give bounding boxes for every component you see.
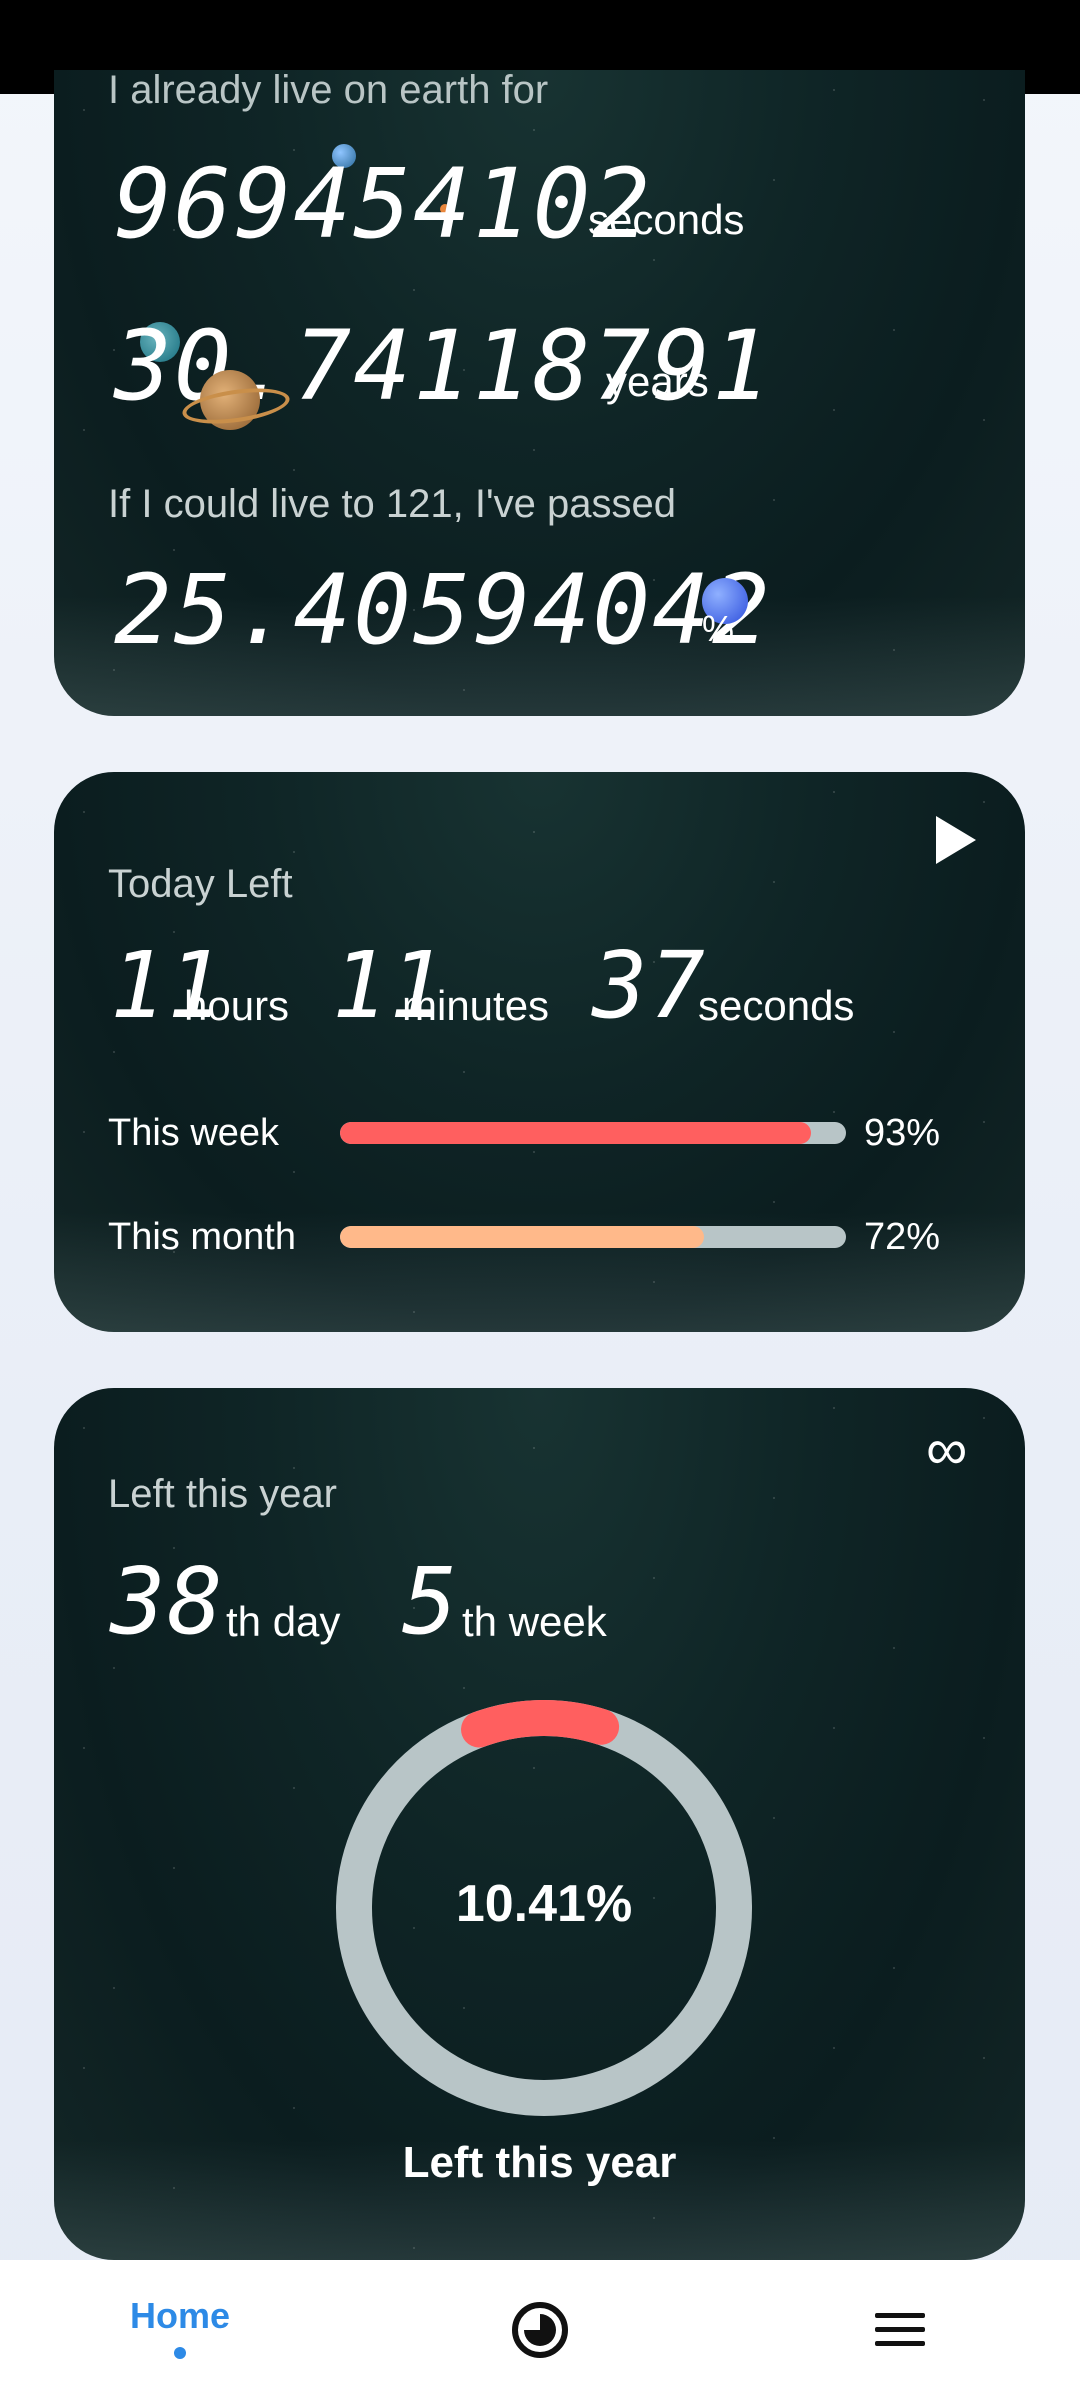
this-week-progress-fill (340, 1122, 811, 1144)
seconds-left-value: 37 (592, 932, 707, 1039)
this-month-percent: 72% (864, 1216, 941, 1258)
lifespan-passed-label: If I could live to 121, I've passed (108, 482, 676, 526)
minutes-unit-label: minutes (402, 982, 550, 1029)
this-week-label: This week (108, 1112, 280, 1154)
nav-home-label: Home (129, 2295, 231, 2336)
day-unit-label: th day (226, 1598, 341, 1645)
clock-icon (512, 2302, 568, 2358)
life-percent-value: 25.40594042 (114, 554, 772, 666)
intro-text: I already live on earth for (108, 70, 549, 112)
this-month-progress-bar (340, 1226, 846, 1248)
this-week-percent: 93% (864, 1112, 941, 1154)
percent-unit-label: % (702, 608, 735, 649)
day-value: 38 (110, 1548, 225, 1655)
active-indicator-dot (174, 2347, 186, 2359)
seconds-lived-value: 969454102 (114, 148, 653, 260)
infinity-icon[interactable]: ∞ (926, 1416, 967, 1483)
seconds-unit-label: seconds (588, 196, 745, 243)
menu-icon (875, 2313, 925, 2346)
life-stats-card: I already live on earth for 969454102 se… (54, 70, 1025, 716)
bottom-navigation: Home (0, 2260, 1080, 2400)
this-month-progress-fill (340, 1226, 705, 1248)
seconds-unit-label: seconds (698, 982, 855, 1029)
hours-unit-label: hours (184, 982, 290, 1029)
week-value: 5 (402, 1548, 460, 1655)
today-left-card: Today Left 11 hours 11 minutes 37 second… (54, 772, 1025, 1332)
week-unit-label: th week (462, 1598, 607, 1645)
ring-percent: 10.41% (455, 1875, 633, 1933)
years-unit-label: years (606, 358, 709, 405)
ring-label: Left this year (402, 2138, 677, 2187)
today-left-title: Today Left (108, 862, 293, 906)
play-icon[interactable] (936, 816, 976, 864)
nav-home[interactable]: Home (120, 2260, 240, 2400)
nav-menu[interactable] (840, 2260, 960, 2400)
year-left-title: Left this year (108, 1472, 338, 1516)
year-left-card: ∞ Left this year 38 th day 5 th week 10.… (54, 1388, 1025, 2260)
nav-clock[interactable] (480, 2260, 600, 2400)
this-week-progress-bar (340, 1122, 846, 1144)
this-month-label: This month (108, 1216, 296, 1258)
